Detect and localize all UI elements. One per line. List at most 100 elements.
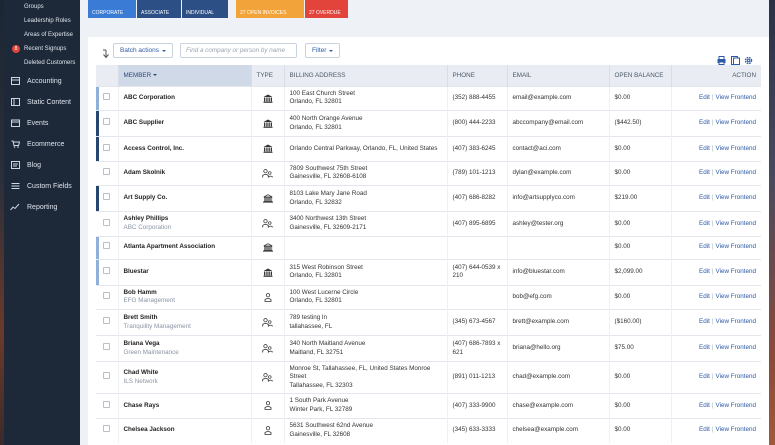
sidebar-subitem-areas-of-expertise[interactable]: Areas of Expertise <box>24 32 73 38</box>
sidebar-subitem-recent-signups[interactable]: Recent Signups <box>24 46 66 52</box>
view-frontend-link[interactable]: View Frontend <box>716 268 757 275</box>
sidebar-item-reporting[interactable]: Reporting <box>10 200 80 214</box>
row-checkbox[interactable] <box>103 400 111 408</box>
table-row[interactable]: Art Supply Co. 8103 Lake Mary Jane Road Or… <box>96 185 761 212</box>
member-name[interactable]: Atlanta Apartment Association <box>124 243 246 252</box>
view-frontend-link[interactable]: View Frontend <box>716 194 757 201</box>
table-row[interactable]: Bluestar 315 West Robinson Street Orlando,… <box>96 258 761 285</box>
member-name[interactable]: Brett Smith <box>124 314 246 323</box>
edit-link[interactable]: Edit <box>699 243 710 250</box>
view-frontend-link[interactable]: View Frontend <box>716 293 757 300</box>
member-name[interactable]: Chase Rays <box>124 402 246 411</box>
edit-link[interactable]: Edit <box>699 426 710 433</box>
table-row[interactable]: ABC Supplier 400 North Orange Avenue Orlan… <box>96 110 761 137</box>
sidebar-item-static-content[interactable]: Static Content <box>10 95 80 109</box>
row-checkbox[interactable] <box>103 168 111 175</box>
stat-card-individual[interactable]: INDIVIDUAL <box>182 0 228 18</box>
edit-link[interactable]: Edit <box>699 293 710 300</box>
edit-link[interactable]: Edit <box>699 402 710 409</box>
row-checkbox[interactable] <box>103 118 111 126</box>
row-checkbox[interactable] <box>103 193 111 201</box>
member-name[interactable]: ABC Supplier <box>124 119 246 128</box>
edit-link[interactable]: Edit <box>699 268 710 275</box>
row-checkbox[interactable] <box>103 343 111 351</box>
header-phone[interactable]: PHONE <box>446 65 507 86</box>
edit-link[interactable]: Edit <box>699 94 710 101</box>
view-frontend-link[interactable]: View Frontend <box>716 220 757 227</box>
view-frontend-link[interactable]: View Frontend <box>716 169 757 176</box>
sidebar-subitem-groups[interactable]: Groups <box>24 4 44 10</box>
person-icon <box>257 401 279 411</box>
member-name[interactable]: Briana Vega <box>124 340 246 349</box>
view-frontend-link[interactable]: View Frontend <box>716 402 757 409</box>
edit-link[interactable]: Edit <box>699 220 710 227</box>
row-checkbox[interactable] <box>103 143 111 151</box>
sidebar-subitem-leadership-roles[interactable]: Leadership Roles <box>24 18 71 24</box>
table-row[interactable]: Chase Rays 1 South Park Avenue Winter Park… <box>96 393 761 418</box>
member-name[interactable]: Ashley Phillips <box>124 215 246 224</box>
row-checkbox[interactable] <box>103 292 111 299</box>
collapse-arrow-icon[interactable] <box>102 46 110 64</box>
row-checkbox[interactable] <box>103 425 111 433</box>
header-type[interactable]: TYPE <box>250 65 284 86</box>
header-billing-address[interactable]: BILLING ADDRESS <box>283 65 447 86</box>
table-row[interactable]: Access Control, Inc. Orlando Central Park… <box>96 136 761 161</box>
stat-card-associate[interactable]: ASSOCIATE <box>137 0 181 18</box>
sidebar-subitem-deleted-customers[interactable]: Deleted Customers <box>24 60 75 66</box>
sidebar-item-events[interactable]: Events <box>10 116 80 130</box>
header-member[interactable]: MEMBER <box>117 65 251 86</box>
edit-link[interactable]: Edit <box>699 344 710 351</box>
stat-card-corporate[interactable]: CORPORATE <box>88 0 136 18</box>
edit-link[interactable]: Edit <box>699 318 710 325</box>
edit-link[interactable]: Edit <box>699 145 710 152</box>
stat-card-open-invoices[interactable]: 27 OPEN INVOICES <box>236 0 304 18</box>
view-frontend-link[interactable]: View Frontend <box>716 318 757 325</box>
row-checkbox[interactable] <box>103 266 111 274</box>
filter-button[interactable]: Filter <box>305 43 341 58</box>
edit-link[interactable]: Edit <box>699 169 710 176</box>
table-row[interactable]: Atlanta Apartment Association $0.00 Edit | V… <box>96 235 761 259</box>
table-row[interactable]: ABC Corporation 100 East Church Street Orl… <box>96 85 761 111</box>
member-cell: ABC Supplier <box>117 110 251 137</box>
table-row[interactable]: Chelsea Jackson 5631 Southwest 62nd Avenu… <box>96 417 761 443</box>
member-name[interactable]: Chelsea Jackson <box>124 426 246 435</box>
member-name[interactable]: Art Supply Co. <box>124 194 246 203</box>
chevron-down-icon <box>329 49 334 52</box>
edit-link[interactable]: Edit <box>699 119 710 126</box>
view-frontend-link[interactable]: View Frontend <box>716 373 757 380</box>
table-row[interactable]: Ashley Phillips ABC Corporation 3400 North… <box>96 211 761 236</box>
table-row[interactable]: Adam Skolnik 7809 Southwest 75th Street Ga… <box>96 160 761 186</box>
sidebar-item-accounting[interactable]: Accounting <box>10 74 80 88</box>
table-row[interactable]: Brett Smith Tranquility Management 789 tes… <box>96 309 761 336</box>
view-frontend-link[interactable]: View Frontend <box>716 145 757 152</box>
batch-actions-button[interactable]: Batch actions <box>113 43 174 58</box>
view-frontend-link[interactable]: View Frontend <box>716 94 757 101</box>
row-checkbox[interactable] <box>103 218 111 226</box>
search-input[interactable]: Find a company or person by name <box>180 43 297 58</box>
member-name[interactable]: Adam Skolnik <box>124 169 246 178</box>
row-checkbox[interactable] <box>103 93 111 100</box>
member-name[interactable]: Chad White <box>124 369 246 378</box>
view-frontend-link[interactable]: View Frontend <box>716 344 757 351</box>
header-open-balance[interactable]: OPEN BALANCE <box>608 65 671 86</box>
table-row[interactable]: Briana Vega Green Maintenance 340 North Ma… <box>96 335 761 362</box>
stat-card-overdue[interactable]: 27 OVERDUE <box>305 0 348 18</box>
view-frontend-link[interactable]: View Frontend <box>716 426 757 433</box>
row-checkbox[interactable] <box>103 242 111 250</box>
row-checkbox[interactable] <box>103 372 111 380</box>
table-row[interactable]: Chad White ILS Network Monroe St, Tallahas… <box>96 361 761 394</box>
member-name[interactable]: Bob Hamm <box>124 289 246 298</box>
view-frontend-link[interactable]: View Frontend <box>716 119 757 126</box>
view-frontend-link[interactable]: View Frontend <box>716 243 757 250</box>
sidebar-item-blog[interactable]: Blog <box>10 158 80 172</box>
row-checkbox[interactable] <box>103 317 111 325</box>
member-name[interactable]: Access Control, Inc. <box>124 145 246 154</box>
edit-link[interactable]: Edit <box>699 373 710 380</box>
edit-link[interactable]: Edit <box>699 194 710 201</box>
sidebar-item-ecommerce[interactable]: Ecommerce <box>10 137 80 151</box>
member-name[interactable]: Bluestar <box>124 268 246 277</box>
member-name[interactable]: ABC Corporation <box>124 94 246 103</box>
header-email[interactable]: EMAIL <box>506 65 609 86</box>
table-row[interactable]: Bob Hamm EFG Management 100 West Lucerne C… <box>96 284 761 310</box>
sidebar-item-custom-fields[interactable]: Custom Fields <box>10 179 80 193</box>
